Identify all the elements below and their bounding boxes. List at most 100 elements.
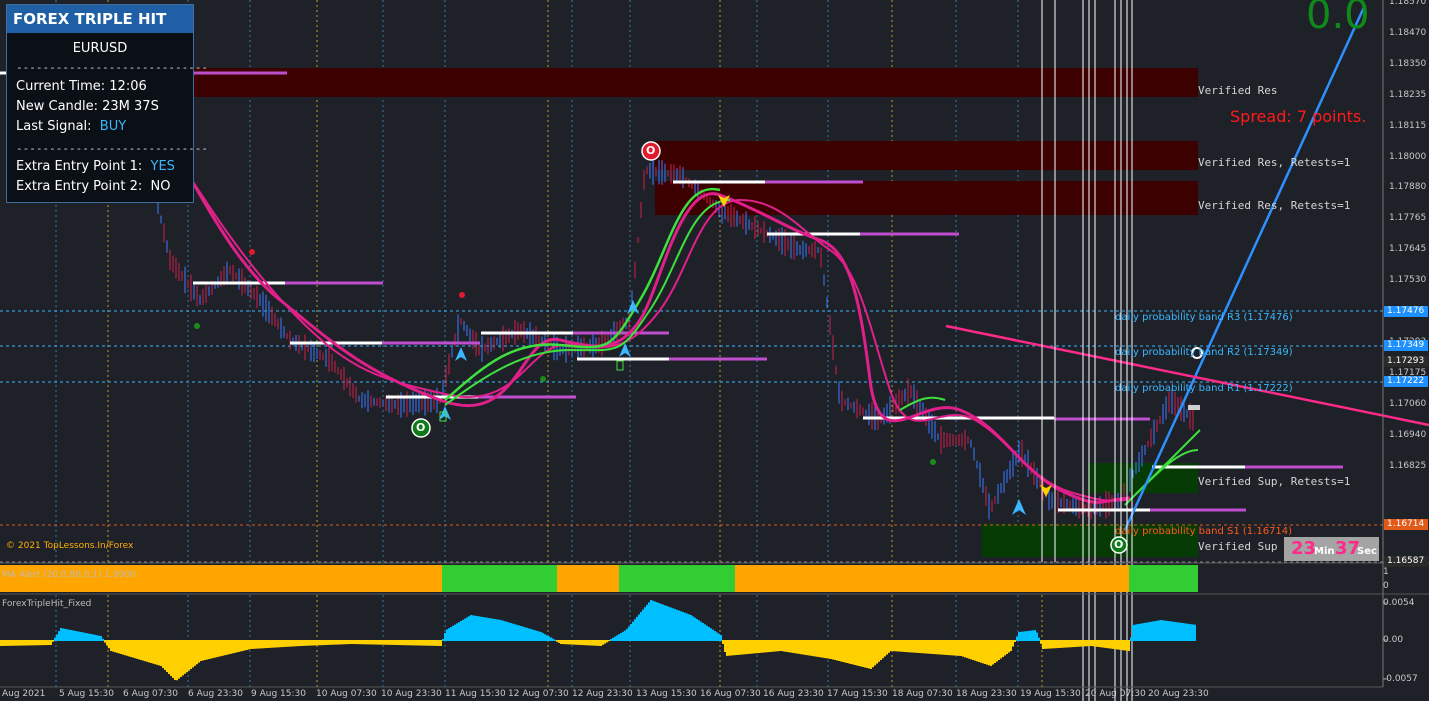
- oscillator-bar: [222, 640, 224, 656]
- oscillator-bar: [28, 640, 30, 646]
- oscillator-bar: [424, 640, 426, 646]
- oscillator-bar: [794, 640, 796, 654]
- time-axis-label: 18 Aug 23:30: [956, 689, 1017, 699]
- oscillator-bar: [678, 610, 680, 641]
- extra2-value: NO: [150, 179, 171, 194]
- oscillator-bar: [338, 640, 340, 645]
- oscillator-bar: [250, 640, 252, 649]
- oscillator-bar: [374, 640, 376, 645]
- oscillator-bar: [644, 607, 646, 641]
- oscillator-bar: [994, 640, 996, 663]
- oscillator-bar: [1190, 624, 1192, 641]
- oscillator-bar: [934, 640, 936, 655]
- oscillator-bar: [506, 621, 508, 641]
- oscillator-bar: [368, 640, 370, 645]
- oscillator-bar: [72, 630, 74, 641]
- oscillator-bar: [436, 640, 438, 646]
- oscillator-bar: [264, 640, 266, 649]
- oscillator-bar: [924, 640, 926, 654]
- oscillator-bar: [474, 615, 476, 641]
- oscillator-bar: [204, 640, 206, 661]
- oscillator-bar: [554, 639, 556, 641]
- oscillator-bar: [494, 619, 496, 641]
- oscillator-bar: [476, 616, 478, 641]
- oscillator-bar: [958, 640, 960, 656]
- info-panel[interactable]: FOREX TRIPLE HIT EURUSD ----------------…: [6, 4, 208, 203]
- oscillator-bar: [530, 629, 532, 641]
- oscillator-bar: [0, 640, 2, 646]
- oscillator-bar: [518, 625, 520, 641]
- oscillator-bar: [532, 629, 534, 641]
- oscillator-bar: [228, 640, 230, 655]
- time-axis-label: 16 Aug 23:30: [763, 689, 824, 699]
- oscillator-bar: [922, 640, 924, 654]
- oscillator-bar: [616, 635, 618, 641]
- oscillator-bar: [112, 640, 114, 652]
- oscillator-bar: [1162, 620, 1164, 641]
- oscillator-bar: [106, 640, 108, 646]
- time-axis-label: 18 Aug 07:30: [892, 689, 953, 699]
- price-axis-label: 1.18000: [1389, 151, 1427, 162]
- oscillator-bar: [822, 640, 824, 658]
- oscillator-bar: [954, 640, 956, 656]
- oscillator-bar: [322, 640, 324, 646]
- oscillator-bar: [480, 616, 482, 641]
- oscillator-bar: [680, 611, 682, 641]
- oscillator-bar: [80, 632, 82, 641]
- oscillator-bar: [186, 640, 188, 673]
- oscillator-bar: [46, 640, 48, 646]
- oscillator-bar: [418, 640, 420, 646]
- oscillator-bar: [738, 640, 740, 655]
- time-axis-label: 10 Aug 07:30: [316, 689, 377, 699]
- oscillator-bar: [746, 640, 748, 655]
- oscillator-bar: [600, 640, 602, 646]
- oscillator-bar: [440, 640, 442, 646]
- dot-icon: [540, 376, 546, 382]
- oscillator-bar: [874, 640, 876, 666]
- oscillator-bar: [1054, 640, 1056, 649]
- oscillator-bar: [538, 631, 540, 641]
- oscillator-bar: [624, 630, 626, 641]
- time-axis-label: 19 Aug 15:30: [1020, 689, 1081, 699]
- oscillator-bar: [8, 640, 10, 646]
- oscillator-bar: [312, 640, 314, 646]
- oscillator-bar: [326, 640, 328, 645]
- oscillator-bar: [344, 640, 346, 645]
- oscillator-bar: [104, 640, 106, 643]
- oscillator-bar: [1178, 622, 1180, 641]
- price-tag: 1.17222: [1384, 376, 1428, 387]
- oscillator-bar: [1096, 640, 1098, 647]
- oscillator-bar: [450, 627, 452, 641]
- price-axis-label: 1.17765: [1389, 213, 1427, 224]
- oscillator-bar: [558, 640, 560, 643]
- oscillator-bar: [190, 640, 192, 669]
- oscillator-bar: [116, 640, 118, 653]
- oscillator-bar: [166, 640, 168, 672]
- oscillator-bar: [848, 640, 850, 664]
- oscillator-bar: [682, 612, 684, 641]
- oscillator-bar: [1068, 640, 1070, 648]
- oscillator-bar: [388, 640, 390, 645]
- oscillator-bar: [688, 614, 690, 641]
- band-label-r3: daily probability band R3 (1.17476): [1115, 312, 1293, 323]
- oscillator-bar: [744, 640, 746, 655]
- oscillator-bar: [94, 634, 96, 641]
- oscillator-bar: [1142, 623, 1144, 641]
- subwindow2-axis-top: 0.0054: [1383, 598, 1415, 608]
- time-axis-label: 20 Aug 07:30: [1085, 689, 1146, 699]
- oscillator-bar: [1138, 623, 1140, 641]
- oscillator-bar: [652, 600, 654, 641]
- oscillator-bar: [920, 640, 922, 654]
- oscillator-bar: [208, 640, 210, 660]
- oscillator-bar: [1192, 624, 1194, 641]
- oscillator-bar: [830, 640, 832, 659]
- oscillator-bar: [232, 640, 234, 654]
- oscillator-bar: [1058, 640, 1060, 648]
- oscillator-bar: [244, 640, 246, 651]
- oscillator-bar: [224, 640, 226, 656]
- oscillator-bar: [142, 640, 144, 661]
- oscillator-bar: [1070, 640, 1072, 648]
- oscillator-bar: [1134, 624, 1136, 641]
- oscillator-bar: [860, 640, 862, 667]
- oscillator-bar: [938, 640, 940, 655]
